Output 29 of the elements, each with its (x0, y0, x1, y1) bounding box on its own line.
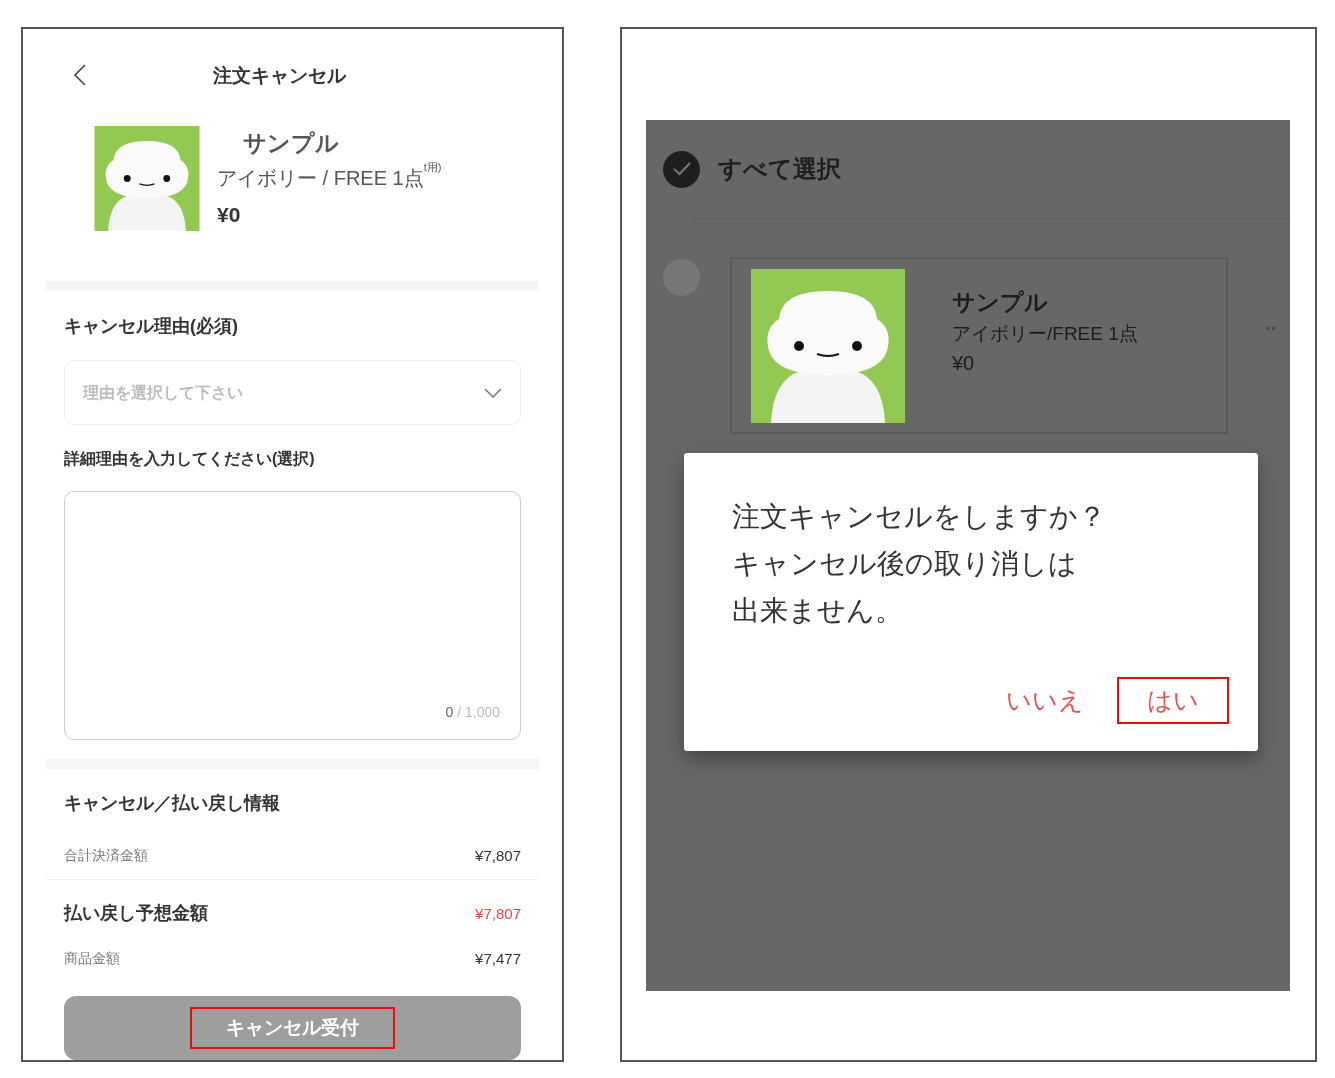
chevron-down-icon (484, 387, 502, 398)
dialog-button[interactable]: はい (1117, 677, 1229, 724)
section-label: キャンセル理由(必須) (64, 315, 239, 339)
char-limit: / 1,000 (457, 703, 500, 723)
refund-amount: ¥7,807 (475, 903, 521, 924)
back-icon[interactable] (73, 62, 87, 87)
section-label: 詳細理由を入力してください(選択) (64, 449, 316, 470)
screen-title: 注文キャンセル (213, 64, 346, 88)
amount-label: 合計決済金額 (64, 846, 148, 866)
note-fragment: t用) (423, 159, 442, 173)
dialog-button[interactable]: いいえ (1003, 677, 1087, 724)
product-price: ¥0 (217, 201, 242, 228)
product-price: ¥0 (952, 351, 976, 376)
dialog-message: 注文キャンセルをしますか？ キャンセル後の取り消しは 出来ません。 (731, 500, 1107, 628)
select-all-checkbox[interactable] (663, 150, 700, 188)
amount-label: 商品金額 (64, 949, 120, 969)
amount-value: ¥7,477 (475, 948, 521, 969)
detail-text-area[interactable]: 0 / 1,000 (64, 491, 521, 741)
checkmark-icon (672, 162, 691, 176)
product-variant: アイボリー / FREE 1点 (217, 166, 424, 191)
refund-label: 払い戻し予想金額 (64, 902, 208, 926)
reason-dropdown[interactable]: 理由を選択して下さい (64, 360, 521, 426)
amount-value: ¥7,807 (475, 845, 521, 866)
product-variant: アイボリー/FREE 1点 (952, 321, 1138, 346)
char-count: 0 (445, 703, 454, 723)
product-name: サンプル (952, 288, 1049, 317)
product-name: サンプル (242, 129, 340, 159)
section-title: キャンセル／払い戻し情報 (64, 792, 281, 815)
select-all-label: すべて選択 (718, 154, 841, 184)
